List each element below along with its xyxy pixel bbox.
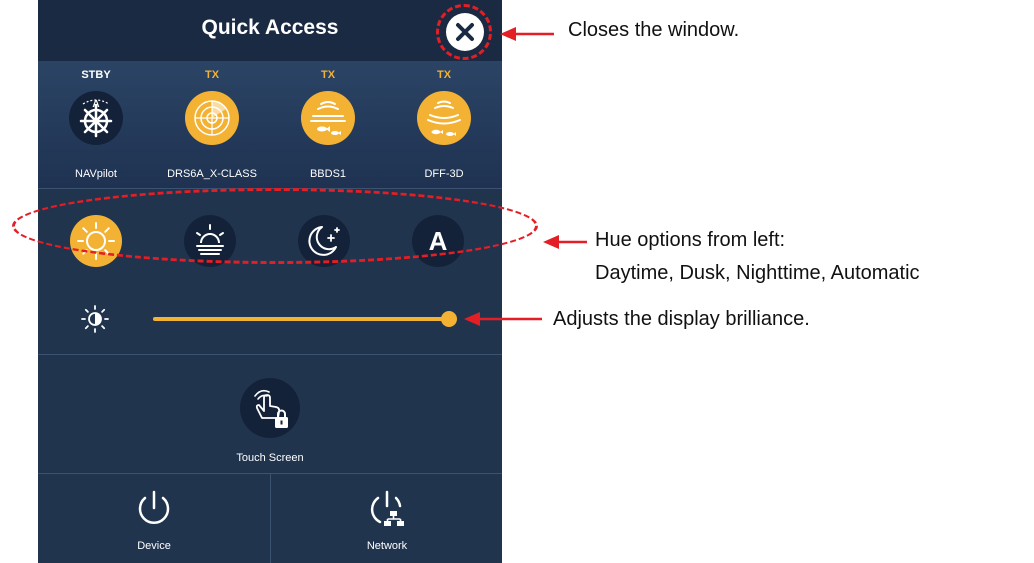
svg-text:A: A [429,226,448,256]
brightness-contrast-icon [81,305,109,333]
device-status: STBY [81,69,111,81]
network-label: Network [366,540,408,552]
hue-dusk-button[interactable] [184,215,236,267]
device-radar[interactable]: TX DRS6A_X-CLASS [154,61,270,188]
moon-stars-icon [308,226,340,256]
device-status: TX [320,69,336,81]
sunset-icon [196,224,224,255]
sonar-fish-icon [301,91,355,145]
device-label: DFF-3D [424,168,464,180]
touch-screen-lock-button[interactable] [240,378,300,438]
device-dff3d[interactable]: TX DFF-3D [386,61,502,188]
hue-callout-line1: Hue options from left: [595,229,786,251]
device-strip: STBY A NAVpilot TX DRS6A_X-CLASS TX BBDS… [38,61,502,189]
hue-daytime-button[interactable] [70,215,122,267]
device-status: TX [436,69,452,81]
touch-lock-icon [254,389,288,428]
radar-icon [185,91,239,145]
quick-access-panel: Quick Access STBY A NAVpilot TX DRS6A_X-… [38,0,502,563]
brilliance-callout-arrow [464,312,542,326]
svg-text:A: A [92,99,99,110]
power-icon [138,490,170,524]
network-power-icon [370,490,404,526]
touch-screen-label: Touch Screen [236,452,304,464]
multibeam-fish-icon [417,91,471,145]
quick-access-header: Quick Access [38,0,502,61]
close-button[interactable] [446,13,484,51]
device-power-button[interactable]: Device [38,474,270,563]
power-section: Device Network [38,473,502,563]
close-callout-arrow [500,27,554,41]
slider-fill [153,317,449,321]
brilliance-slider[interactable] [153,311,457,327]
hue-callout-arrow [543,235,587,249]
network-power-button[interactable]: Network [271,474,502,563]
hue-nighttime-button[interactable] [298,215,350,267]
hue-automatic-button[interactable]: A [412,215,464,267]
slider-handle[interactable] [441,311,457,327]
hue-callout-line2: Daytime, Dusk, Nighttime, Automatic [595,262,920,284]
device-label: Device [137,540,171,552]
close-icon [456,23,474,41]
device-navpilot[interactable]: STBY A NAVpilot [38,61,154,188]
device-bbds1[interactable]: TX BBDS1 [270,61,386,188]
close-callout: Closes the window. [568,19,740,41]
letter-a-icon: A [429,226,448,256]
hue-options-row: A [38,189,502,289]
brilliance-callout: Adjusts the display brilliance. [553,308,810,330]
panel-title: Quick Access [201,16,339,39]
sun-icon [77,222,115,260]
brilliance-row [38,289,502,355]
device-status: TX [204,69,220,81]
autopilot-helm-icon: A [69,91,123,145]
